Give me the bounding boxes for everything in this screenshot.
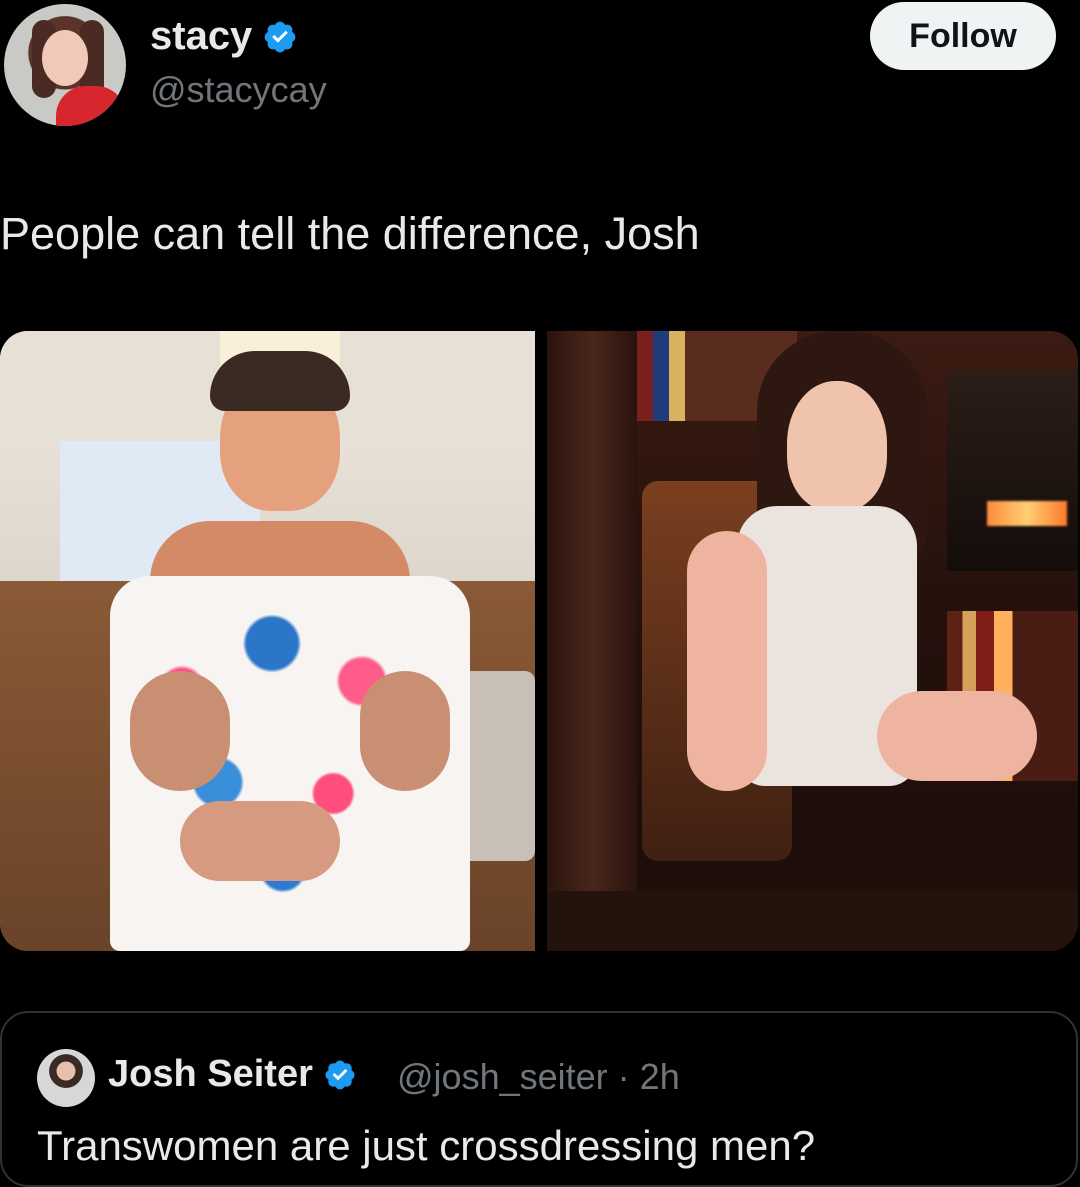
right-arm <box>360 671 450 791</box>
quoted-author-handle[interactable]: @josh_seiter <box>397 1056 608 1097</box>
left-arm <box>130 671 230 791</box>
quoted-meta: @josh_seiter · 2h <box>397 1056 680 1098</box>
post-media[interactable] <box>0 331 1078 951</box>
quoted-author-name-row[interactable]: Josh Seiter <box>108 1053 357 1096</box>
follow-button[interactable]: Follow <box>870 2 1056 70</box>
author-avatar[interactable] <box>4 4 126 126</box>
photo-woman-in-white-dress[interactable] <box>547 331 1078 951</box>
verified-badge-icon <box>325 1059 355 1090</box>
meta-separator: · <box>617 1056 630 1097</box>
verified-badge-icon <box>264 21 296 52</box>
quoted-post-text: Transwomen are just crossdressing men? <box>37 1122 816 1169</box>
author-name[interactable]: stacy <box>150 14 252 59</box>
fireplace <box>947 371 1078 571</box>
wood-panel-left <box>547 331 637 951</box>
quoted-post-time: 2h <box>639 1056 680 1097</box>
hands <box>180 801 340 881</box>
woman-legs <box>877 691 1037 781</box>
avatar-shirt <box>56 86 126 126</box>
avatar-face <box>42 30 88 86</box>
author-name-row[interactable]: stacy <box>150 14 298 59</box>
photo-man-in-floral-dress[interactable] <box>0 331 535 951</box>
woman-arm-left <box>687 531 767 791</box>
fire-glow <box>987 501 1067 526</box>
man-hair <box>210 351 350 411</box>
author-handle[interactable]: @stacycay <box>150 69 327 111</box>
quoted-author-avatar[interactable] <box>37 1049 95 1107</box>
quoted-author-name[interactable]: Josh Seiter <box>108 1053 313 1096</box>
woman-face <box>787 381 887 511</box>
post-text: People can tell the difference, Josh <box>0 208 700 259</box>
floor-rug <box>547 891 1078 951</box>
